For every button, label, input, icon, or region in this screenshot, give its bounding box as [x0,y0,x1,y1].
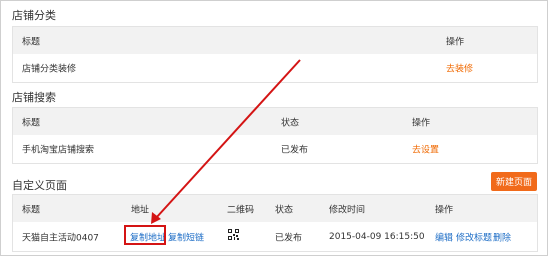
search-table-header: 标题 状态 操作 [13,108,537,135]
custom-table-header: 标题 地址 二维码 状态 修改时间 操作 [13,195,537,222]
delete-link[interactable]: 删除 [493,230,511,243]
col-header-title: 标题 [22,37,41,47]
copy-short-link[interactable]: 复制短链 [168,230,204,243]
qrcode-icon[interactable] [228,229,239,240]
annotation-highlight-box [124,225,166,245]
custom-pages-table: 标题 地址 二维码 状态 修改时间 操作 天猫自主活动0407 复制地址 复制短… [12,194,538,252]
go-decorate-link[interactable]: 去装修 [446,62,473,75]
row-title: 店铺分类装修 [22,64,77,75]
col-header-qrcode: 二维码 [227,205,255,215]
category-table: 标题 操作 店铺分类装修 去装修 [12,26,538,83]
table-row: 手机淘宝店铺搜索 已发布 去设置 [13,135,537,163]
edit-link[interactable]: 编辑 [435,230,453,243]
col-header-status: 状态 [281,118,300,128]
category-table-header: 标题 操作 [13,27,537,54]
col-header-action: 操作 [446,37,465,47]
col-header-action: 操作 [412,118,431,128]
section-title-category: 店铺分类 [12,9,56,22]
row-title: 天猫自主活动0407 [22,233,99,243]
row-status: 已发布 [281,145,309,156]
row-status: 已发布 [275,233,303,243]
col-header-status: 状态 [275,205,294,215]
new-page-button[interactable]: 新建页面 [491,172,537,191]
section-title-custom: 自定义页面 [12,179,67,192]
table-row: 店铺分类装修 去装修 [13,54,537,82]
section-title-search: 店铺搜索 [12,91,56,104]
col-header-title: 标题 [22,205,41,215]
col-header-modified: 修改时间 [329,205,366,215]
col-header-address: 地址 [131,205,150,215]
go-settings-link[interactable]: 去设置 [412,143,439,156]
row-modified-time: 2015-04-09 16:15:50 [329,231,425,242]
col-header-action: 操作 [435,205,454,215]
row-title: 手机淘宝店铺搜索 [22,145,95,156]
table-row: 天猫自主活动0407 复制地址 复制短链 已发布 2015-04-09 16:1… [13,222,537,251]
search-table: 标题 状态 操作 手机淘宝店铺搜索 已发布 去设置 [12,107,538,164]
edit-title-link[interactable]: 修改标题 [456,230,492,243]
col-header-title: 标题 [22,118,41,128]
